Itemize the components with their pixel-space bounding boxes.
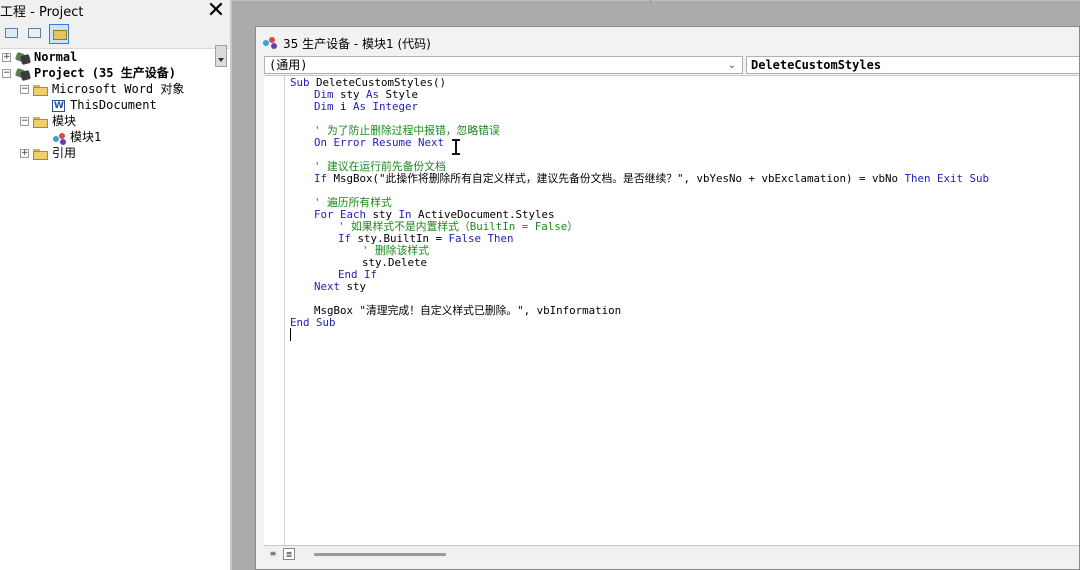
keyword: If xyxy=(314,172,328,185)
tree-label: 模块 xyxy=(52,114,77,128)
object-dropdown[interactable]: (通用) ⌄ xyxy=(264,56,743,74)
collapse-icon[interactable]: − xyxy=(20,85,29,94)
toggle-folders-button[interactable] xyxy=(49,24,69,44)
top-divider xyxy=(232,0,1080,1)
tree-label: 模块1 xyxy=(70,130,102,144)
collapse-icon[interactable]: − xyxy=(20,117,29,126)
keyword: Sub xyxy=(290,76,310,89)
code-line: On Error Resume Next xyxy=(314,136,445,149)
tree-item-project[interactable]: − Project (35 生产设备) xyxy=(2,65,176,81)
tree-label: 引用 xyxy=(52,146,77,160)
code-window-titlebar[interactable]: 35 生产设备 - 模块1 (代码) xyxy=(256,27,1079,55)
code-editor[interactable]: Sub DeleteCustomStyles() Dim sty As Styl… xyxy=(264,75,1079,546)
project-explorer-pane: 工程 - Project ✕ + Normal − Project (35 生产设备… xyxy=(0,0,230,570)
code-window: 35 生产设备 - 模块1 (代码) (通用) ⌄ DeleteCustomSt… xyxy=(255,26,1080,570)
view-code-icon xyxy=(5,28,18,38)
view-object-button[interactable] xyxy=(25,24,45,44)
keyword: Then Exit Sub xyxy=(904,172,990,185)
tree-label: Project (35 生产设备) xyxy=(34,66,176,80)
code-text: i xyxy=(333,100,354,113)
tree-item-modules[interactable]: − 模块 xyxy=(20,113,76,129)
keyword: As Integer xyxy=(353,100,419,113)
code-text: sty xyxy=(340,280,367,293)
keyword: If xyxy=(338,232,352,245)
project-explorer-toolbar xyxy=(0,21,230,67)
project-explorer-title: 工程 - Project xyxy=(0,5,84,20)
keyword: Dim xyxy=(314,100,334,113)
close-icon[interactable]: ✕ xyxy=(204,0,228,22)
tree-item-word-objects[interactable]: − Microsoft Word 对象 xyxy=(20,81,184,97)
toolbar-scroll-button[interactable] xyxy=(215,45,227,67)
code-line: Next sty xyxy=(314,281,366,293)
code-window-title: 35 生产设备 - 模块1 (代码) xyxy=(283,37,431,51)
module-icon xyxy=(263,37,279,49)
tree-item-module1[interactable]: 模块1 xyxy=(51,129,101,145)
code-margin-indicator-bar[interactable] xyxy=(264,76,285,546)
folder-icon xyxy=(33,84,49,96)
chevron-down-icon[interactable]: ⌄ xyxy=(728,58,736,74)
pane-splitter[interactable] xyxy=(230,0,232,570)
collapse-icon[interactable]: − xyxy=(2,69,11,78)
tree-label: Microsoft Word 对象 xyxy=(52,82,185,96)
code-line: If MsgBox("此操作将删除所有自定义样式，建议先备份文档。是否继续？",… xyxy=(314,173,989,185)
project-icon xyxy=(15,52,31,64)
procedure-view-button[interactable]: ≡ xyxy=(267,548,279,560)
text-caret xyxy=(290,328,291,341)
tree-item-normal[interactable]: + Normal xyxy=(2,49,77,65)
horizontal-scrollbar-thumb[interactable] xyxy=(314,553,446,556)
expand-icon[interactable]: + xyxy=(20,149,29,158)
ibeam-cursor-icon xyxy=(452,139,460,155)
tree-item-references[interactable]: + 引用 xyxy=(20,145,76,161)
folder-icon xyxy=(33,148,49,160)
code-window-statusbar: ≡ ≣ xyxy=(264,545,1079,562)
procedure-dropdown[interactable]: DeleteCustomStyles xyxy=(746,56,1079,74)
module-icon xyxy=(51,132,67,144)
object-dropdown-value: (通用) xyxy=(269,58,308,72)
document-icon xyxy=(51,99,67,112)
code-line: MsgBox "清理完成！自定义样式已删除。", vbInformation xyxy=(314,304,622,317)
tree-label: Normal xyxy=(34,50,78,64)
project-icon xyxy=(15,68,31,80)
keyword: False Then xyxy=(448,232,514,245)
code-text: MsgBox("此操作将删除所有自定义样式，建议先备份文档。是否继续？", vb… xyxy=(327,172,905,185)
full-module-view-button[interactable]: ≣ xyxy=(283,548,295,560)
code-line: Dim i As Integer xyxy=(314,101,418,113)
tree-item-thisdocument[interactable]: ThisDocument xyxy=(51,97,157,113)
top-divider-tick xyxy=(650,0,651,2)
toggle-folders-icon xyxy=(53,30,67,40)
expand-icon[interactable]: + xyxy=(2,53,11,62)
folder-icon xyxy=(33,116,49,128)
view-code-button[interactable] xyxy=(2,24,22,44)
tree-label: ThisDocument xyxy=(70,98,157,112)
keyword: Next xyxy=(314,280,341,293)
procedure-dropdown-value: DeleteCustomStyles xyxy=(751,58,882,72)
project-explorer-titlebar[interactable]: 工程 - Project ✕ xyxy=(0,0,230,22)
view-object-icon xyxy=(28,28,41,38)
code-line: End Sub xyxy=(290,316,336,329)
